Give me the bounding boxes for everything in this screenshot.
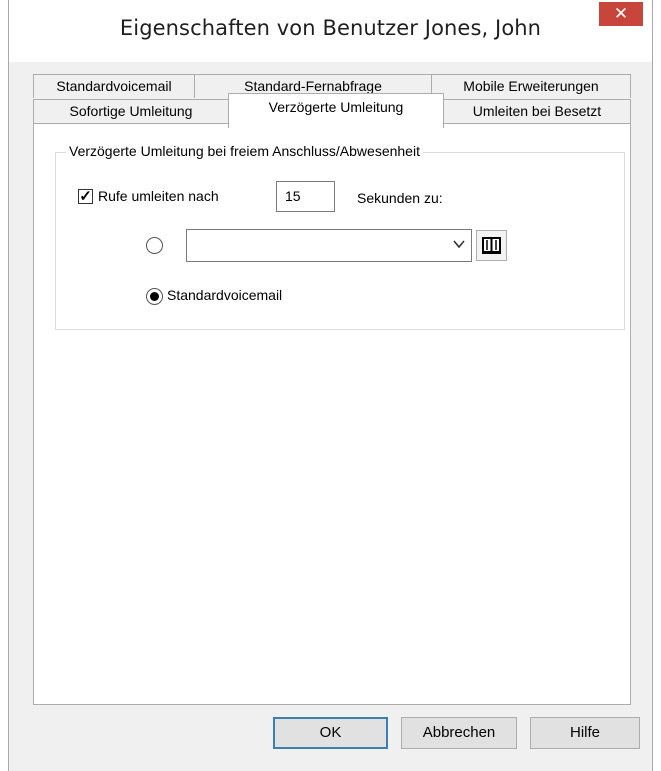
check-icon: ✓ [79, 188, 92, 205]
voicemail-radio-label: Standardvoicemail [167, 287, 283, 303]
tab-panel: Verzögerte Umleitung bei freiem Anschlus… [33, 123, 631, 705]
chevron-down-icon[interactable] [453, 238, 465, 250]
window-title: Eigenschaften von Benutzer Jones, John [119, 16, 542, 40]
tab-umleiten-bei-besetzt[interactable]: Umleiten bei Besetzt [443, 99, 631, 123]
tab-verzoegerte-umleitung[interactable]: Verzögerte Umleitung [228, 93, 444, 128]
tab-standardvoicemail[interactable]: Standardvoicemail [33, 74, 195, 98]
destination-radio[interactable] [146, 237, 163, 254]
title-bar: Eigenschaften von Benutzer Jones, John ✕ [9, 0, 652, 62]
tab-row-front: Sofortige Umleitung Verzögerte Umleitung… [33, 93, 631, 128]
properties-dialog-window: Eigenschaften von Benutzer Jones, John ✕… [8, 0, 653, 771]
seconds-suffix-label: Sekunden zu: [357, 190, 443, 206]
forward-checkbox[interactable]: ✓ [78, 189, 93, 204]
seconds-input[interactable]: 15 [276, 181, 335, 212]
tab-sofortige-umleitung[interactable]: Sofortige Umleitung [33, 99, 229, 123]
voicemail-radio[interactable] [146, 288, 163, 305]
ok-button[interactable]: OK [273, 717, 388, 749]
close-icon: ✕ [613, 4, 629, 23]
close-button[interactable]: ✕ [599, 2, 643, 26]
radio-selected-dot [150, 292, 159, 301]
groupbox-label: Verzögerte Umleitung bei freiem Anschlus… [66, 143, 423, 159]
forward-checkbox-label: Rufe umleiten nach [98, 188, 219, 204]
delayed-forward-groupbox: Verzögerte Umleitung bei freiem Anschlus… [55, 143, 625, 330]
address-book-button[interactable] [476, 230, 507, 261]
dialog-body: Standardvoicemail Standard-Fernabfrage M… [9, 62, 652, 771]
help-button[interactable]: Hilfe [530, 717, 640, 749]
tab-mobile-erweiterungen[interactable]: Mobile Erweiterungen [431, 74, 631, 98]
address-book-icon [482, 237, 501, 254]
destination-combobox[interactable] [186, 229, 472, 262]
cancel-button[interactable]: Abbrechen [401, 717, 517, 749]
